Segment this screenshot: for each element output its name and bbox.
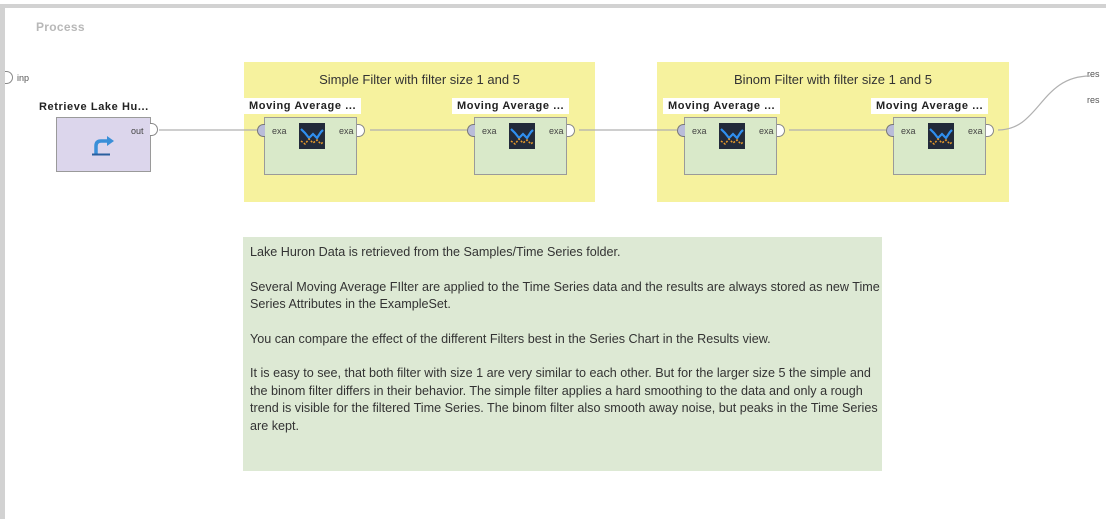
input-port-label: exa (482, 126, 497, 136)
operator-name[interactable]: Moving Average ... (452, 98, 570, 114)
output-port-label: exa (339, 126, 354, 136)
output-port-label: exa (549, 126, 564, 136)
moving-average-icon (719, 123, 745, 149)
process-note[interactable]: Lake Huron Data is retrieved from the Sa… (243, 237, 882, 471)
moving-average-operator[interactable]: exa exa (893, 117, 986, 175)
retrieve-operator[interactable]: out (56, 117, 151, 172)
output-port-label: exa (968, 126, 983, 136)
moving-average-operator[interactable]: exa exa (264, 117, 357, 175)
retrieve-out-port-label: out (131, 126, 144, 136)
moving-average-icon (928, 123, 954, 149)
retrieve-operator-name[interactable]: Retrieve Lake Hu... (34, 99, 154, 115)
operator-name[interactable]: Moving Average ... (663, 98, 781, 114)
operator-name[interactable]: Moving Average ... (244, 98, 362, 114)
moving-average-icon (299, 123, 325, 149)
retrieve-arrow-icon (92, 136, 114, 156)
operator-input-port[interactable] (257, 124, 265, 137)
operator-input-port[interactable] (886, 124, 894, 137)
output-port-label: exa (759, 126, 774, 136)
note-paragraph: Several Moving Average FIlter are applie… (250, 279, 880, 312)
operator-input-port[interactable] (677, 124, 685, 137)
moving-average-operator[interactable]: exa exa (474, 117, 567, 175)
note-paragraph: Lake Huron Data is retrieved from the Sa… (250, 245, 621, 259)
input-port-label: exa (272, 126, 287, 136)
operator-name[interactable]: Moving Average ... (871, 98, 989, 114)
operator-input-port[interactable] (467, 124, 475, 137)
input-port-label: exa (692, 126, 707, 136)
moving-average-icon (509, 123, 535, 149)
note-paragraph: You can compare the effect of the differ… (250, 331, 771, 346)
note-paragraph: It is easy to see, that both filter with… (250, 366, 878, 433)
input-port-label: exa (901, 126, 916, 136)
moving-average-operator[interactable]: exa exa (684, 117, 777, 175)
